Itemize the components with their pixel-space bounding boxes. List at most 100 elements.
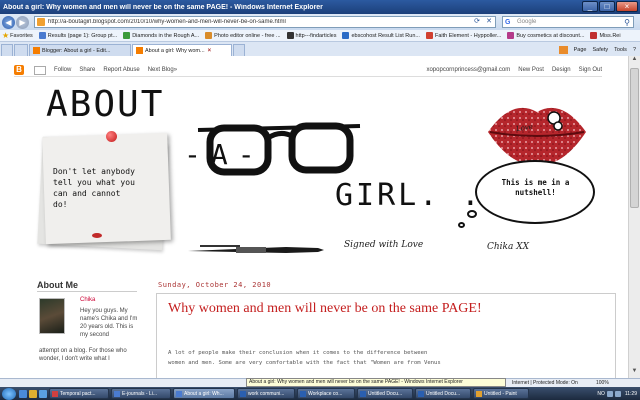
app-icon	[52, 390, 58, 397]
favorite-link[interactable]: Photo editor online - free ...	[205, 32, 281, 39]
favorite-link[interactable]: Miss.Rei	[590, 32, 621, 39]
paint-icon	[476, 390, 482, 397]
safety-menu[interactable]: Safety	[593, 47, 609, 53]
new-post-link[interactable]: New Post	[518, 67, 544, 73]
taskbar-item[interactable]: Workplace co...	[297, 388, 355, 399]
start-button[interactable]	[2, 387, 16, 400]
taskbar-item[interactable]: Untitled Docu...	[357, 388, 413, 399]
media-quicklaunch-icon[interactable]	[39, 389, 47, 398]
taskbar-item[interactable]: About a girl: Wh...	[173, 388, 235, 399]
google-icon: G	[505, 18, 511, 26]
lips-icon	[92, 233, 102, 238]
ie-quicklaunch-icon[interactable]	[19, 389, 27, 398]
favorite-link[interactable]: Results (page 1): Group pt...	[38, 32, 117, 39]
tab-about-a-girl[interactable]: About a girl: Why wom... ×	[132, 44, 232, 56]
scroll-up-icon[interactable]: ▲	[629, 56, 640, 66]
bubble-dot	[458, 222, 465, 228]
refresh-icon[interactable]: ⟳	[471, 17, 483, 27]
page-icon	[37, 18, 45, 26]
taskbar-item-label: Untitled - Paint	[484, 390, 517, 397]
signed-with-love-text: Signed with Love	[344, 240, 424, 250]
taskbar-item-label: Temporal pact...	[60, 390, 96, 397]
volume-icon[interactable]	[614, 390, 621, 397]
sign-out-link[interactable]: Sign Out	[579, 67, 602, 73]
post-title-link[interactable]: Why women and men will never be on the s…	[168, 300, 518, 317]
design-link[interactable]: Design	[552, 67, 571, 73]
back-button[interactable]: ◀	[2, 15, 15, 29]
url-text: http://a-boutagirl.blogspot.com/2010/10/…	[48, 19, 286, 25]
taskbar-item[interactable]: Untitled - Paint	[473, 388, 529, 399]
favorite-icon	[38, 32, 46, 39]
tab-blogger-edit[interactable]: Blogger: About a girl - Edit...	[29, 44, 131, 56]
clock[interactable]: 11:29	[625, 391, 637, 397]
favorite-label: Diamonds in the Rough A...	[132, 32, 200, 39]
profile-name-link[interactable]: Chika	[80, 297, 95, 303]
search-icon[interactable]: ⚲	[621, 18, 633, 27]
quick-tabs-button[interactable]	[1, 44, 13, 56]
close-button[interactable]: ×	[616, 1, 638, 12]
stop-icon[interactable]: ✕	[483, 17, 495, 27]
avatar[interactable]	[39, 298, 65, 334]
minimize-button[interactable]: _	[582, 1, 598, 12]
url-input[interactable]: http://a-boutagirl.blogspot.com/2010/10/…	[34, 16, 496, 28]
tab-list-button[interactable]	[14, 44, 28, 56]
app-icon	[300, 390, 306, 397]
follow-link[interactable]: Follow	[54, 67, 71, 73]
blogger-logo-icon[interactable]: B	[14, 65, 24, 75]
header-about-text: ABOUT	[46, 84, 165, 125]
taskbar-item-label: E-journals - Li...	[122, 390, 158, 397]
command-bar: Page Safety Tools ?	[558, 44, 640, 56]
favorite-link[interactable]: Faith Element - Hyppoller...	[425, 32, 502, 39]
taskbar-item[interactable]: E-journals - Li...	[111, 388, 171, 399]
taskbar-item[interactable]: Temporal pact...	[49, 388, 109, 399]
help-icon[interactable]: ?	[633, 47, 636, 53]
favorites-bar: ★ Favorites Results (page 1): Group pt..…	[0, 30, 640, 42]
new-tab-button[interactable]	[233, 44, 245, 56]
tab-label: Blogger: About a girl - Edit...	[42, 47, 111, 54]
post-body-line: A lot of people make their conclusion wh…	[168, 350, 428, 356]
forward-button[interactable]: ▶	[16, 15, 29, 29]
divider	[37, 291, 137, 292]
favorites-label: Favorites	[10, 32, 33, 39]
page-menu[interactable]: Page	[574, 47, 587, 53]
taskbar-item[interactable]: Untitled Docu...	[415, 388, 471, 399]
sticky-note-text: Don't let anybody tell you what you can …	[53, 167, 135, 209]
chika-signature-text: Chika XX	[487, 242, 530, 252]
home-icon[interactable]	[558, 46, 568, 54]
close-tab-icon[interactable]: ×	[208, 48, 212, 54]
scrollbar-thumb[interactable]	[630, 68, 639, 208]
favorite-icon	[425, 32, 433, 39]
favorite-link[interactable]: ebscohost Result List Run...	[342, 32, 420, 39]
favorite-icon	[205, 32, 213, 39]
language-indicator[interactable]: NO	[597, 391, 605, 397]
search-input[interactable]: G Google ⚲	[502, 16, 634, 28]
taskbar-item-label: About a girl: Wh...	[184, 390, 224, 397]
favorite-link[interactable]: Buy cosmetics at discount...	[507, 32, 584, 39]
tab-label: About a girl: Why wom...	[145, 47, 205, 54]
favorite-label: ebscohost Result List Run...	[351, 32, 420, 39]
share-link[interactable]: Share	[79, 67, 95, 73]
favorites-button[interactable]: ★ Favorites	[2, 31, 33, 40]
window-controls: _ □ ×	[581, 1, 638, 13]
zoom-level[interactable]: 100%	[596, 379, 609, 387]
address-bar: ◀ ▶ http://a-boutagirl.blogspot.com/2010…	[0, 14, 640, 30]
next-blog-link[interactable]: Next Blog»	[148, 67, 177, 73]
taskbar-item[interactable]: work communi...	[237, 388, 295, 399]
taskbar-item-label: Untitled Docu...	[426, 390, 461, 397]
favorite-link[interactable]: http---findarticles	[286, 32, 336, 39]
favorite-link[interactable]: Diamonds in the Rough A...	[123, 32, 199, 39]
folder-quicklaunch-icon[interactable]	[29, 389, 37, 398]
maximize-button[interactable]: □	[599, 1, 615, 12]
page-scrollbar[interactable]: ▲ ▼	[628, 56, 640, 378]
scroll-down-icon[interactable]: ▼	[629, 368, 640, 378]
favorite-label: Faith Element - Hyppoller...	[434, 32, 502, 39]
header-dash-a-text: -A-	[184, 138, 265, 171]
favorite-label: Buy cosmetics at discount...	[516, 32, 585, 39]
favorite-icon	[342, 32, 350, 39]
network-icon[interactable]	[606, 390, 613, 397]
report-abuse-link[interactable]: Report Abuse	[103, 67, 139, 73]
blog-search-input[interactable]	[34, 65, 46, 75]
window-titlebar: About a girl: Why women and men will nev…	[0, 0, 640, 14]
tools-menu[interactable]: Tools	[614, 47, 627, 53]
favorite-icon	[507, 32, 515, 39]
